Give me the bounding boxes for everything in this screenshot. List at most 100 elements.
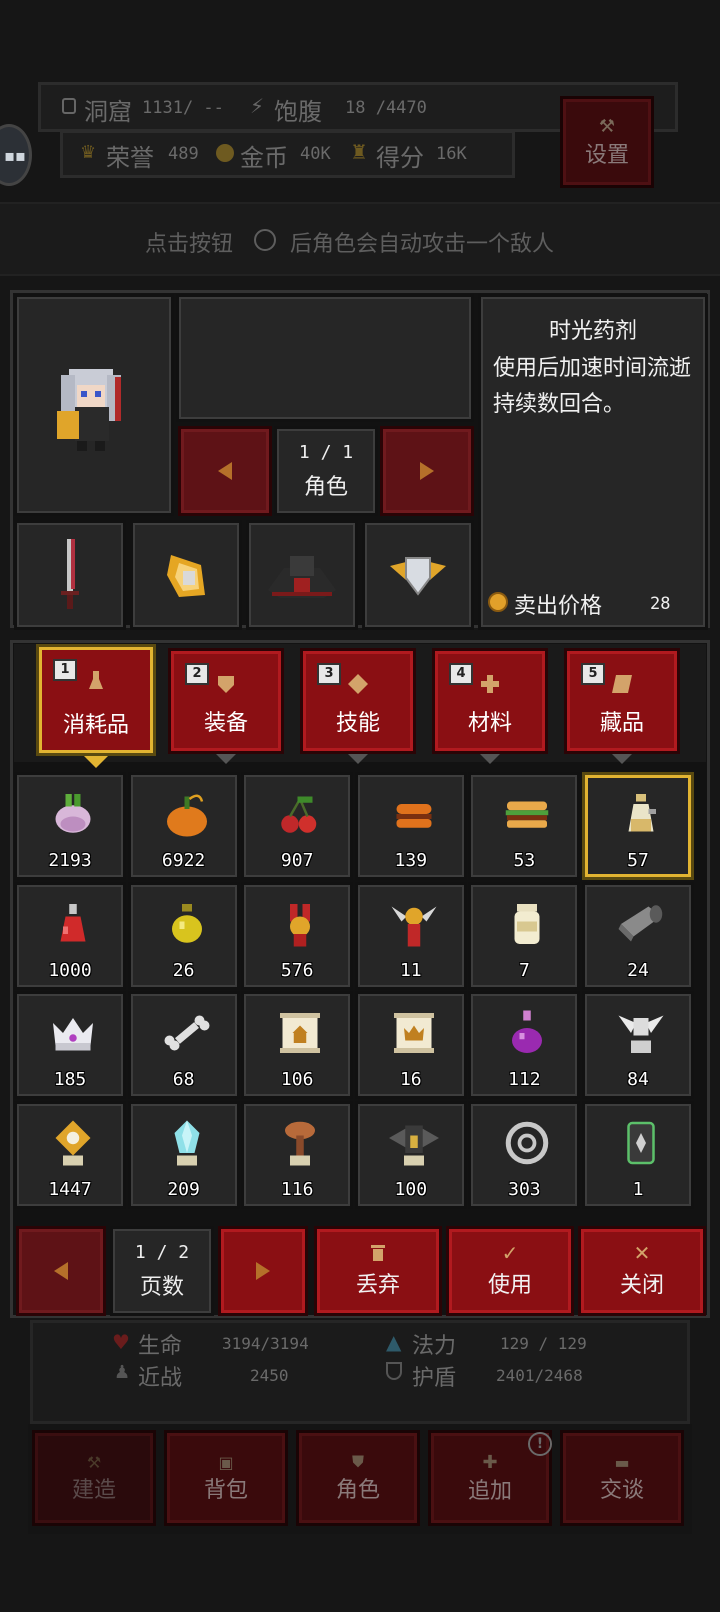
page-indicator: 1 / 2 页数 [110, 1226, 214, 1316]
card-icon [627, 1121, 655, 1165]
inventory-slot[interactable]: 209 [127, 1100, 240, 1209]
tab-materials[interactable]: 4 材料 [432, 648, 548, 754]
winged-shield-icon [390, 557, 446, 596]
inventory-slot[interactable]: 26 [127, 881, 240, 990]
yellow-potion-icon [171, 903, 202, 943]
crystal-icon [174, 1120, 200, 1166]
tab-skills[interactable]: 3 技能 [300, 648, 416, 754]
item-count: 303 [508, 1178, 541, 1200]
chat-bubble-button[interactable]: ▪▪ [0, 124, 32, 186]
tab-marker [480, 754, 500, 764]
tab-label: 藏品 [599, 711, 644, 736]
inventory-slot[interactable]: 1 [582, 1100, 694, 1209]
inventory-slot[interactable]: 100 [354, 1100, 467, 1209]
tab-consumables[interactable]: 1 消耗品 [36, 644, 156, 756]
page-number: 1 / 2 [134, 1241, 190, 1263]
equip-slot-accessory[interactable] [362, 520, 474, 630]
item-count: 139 [394, 850, 428, 871]
item-count: 576 [280, 959, 314, 981]
item-count: 209 [167, 1178, 200, 1200]
trophy-small-icon: ♜ [350, 140, 368, 164]
inventory-slot[interactable]: 112 [468, 991, 581, 1100]
item-description: 使用后加速时间流逝持续数回合。 [493, 356, 692, 417]
discard-button[interactable]: 丢弃 [314, 1226, 442, 1316]
tab-marker [348, 754, 368, 764]
inventory-slot[interactable]: 11 [354, 881, 467, 990]
alert-badge-icon: ! [528, 1432, 552, 1456]
tab-marker [612, 754, 632, 764]
inventory-slot[interactable]: 116 [241, 1100, 354, 1209]
nav-bag-label: 背包 [203, 1477, 248, 1503]
settings-button[interactable]: ⚒ 设置 [560, 96, 654, 188]
sell-price-value: 28 [650, 594, 671, 614]
inventory-slot[interactable]: 53 [468, 772, 581, 880]
character-next-button[interactable] [380, 426, 474, 516]
inventory-slot[interactable]: 1000 [14, 881, 126, 990]
discard-label: 丢弃 [355, 1273, 400, 1298]
inventory-slot[interactable]: 68 [127, 991, 240, 1100]
item-count: 53 [513, 850, 536, 871]
equip-slot-offhand[interactable] [130, 520, 242, 630]
hint-text-after: 后角色会自动攻击一个敌人 [290, 232, 555, 257]
equip-slot-armor[interactable] [246, 520, 358, 630]
shield-icon [218, 676, 234, 693]
character-page-box: 1 / 1 角色 [274, 426, 378, 516]
bone-icon [164, 1015, 210, 1051]
use-button[interactable]: ✓ 使用 [446, 1226, 574, 1316]
nav-talk-label: 交谈 [599, 1477, 644, 1503]
tab-collectibles[interactable]: 5 藏品 [564, 648, 680, 754]
item-detail-panel: 时光药剂 使用后加速时间流逝持续数回合。 [478, 294, 708, 630]
heart-icon: ♥ [112, 1330, 130, 1354]
tab-number: 5 [581, 663, 605, 685]
page-next-button[interactable] [218, 1226, 308, 1316]
character-portrait[interactable] [14, 294, 174, 516]
inventory-slot[interactable]: 57 [582, 772, 694, 880]
inventory-slot[interactable]: 7 [468, 881, 581, 990]
tree-relic-icon [285, 1121, 316, 1166]
inventory-slot[interactable]: 84 [582, 991, 694, 1100]
inventory-slot[interactable]: 185 [14, 991, 126, 1100]
sandwich-icon [506, 801, 549, 828]
burger-icon [396, 804, 432, 828]
score-value: 16K [436, 144, 467, 164]
nav-talk-button[interactable]: ▬ 交谈 [560, 1430, 684, 1526]
gold-relic-icon [55, 1120, 91, 1166]
tab-equipment[interactable]: 2 装备 [168, 648, 284, 754]
character-prev-button[interactable] [178, 426, 272, 516]
score-label: 得分 [376, 144, 424, 172]
inventory-slot[interactable]: 1447 [14, 1100, 126, 1209]
nav-build-button[interactable]: ⚒ 建造 [32, 1430, 156, 1526]
red-potion-icon [60, 903, 86, 942]
inventory-slot[interactable]: 6922 [127, 772, 240, 880]
turnip-icon [55, 794, 91, 833]
item-count: 16 [399, 1069, 422, 1091]
inventory-slot[interactable]: 139 [354, 772, 467, 880]
tab-marker [216, 754, 236, 764]
crown-icon [53, 1018, 93, 1051]
inventory-slot[interactable]: 303 [468, 1100, 581, 1209]
close-button[interactable]: ✕ 关闭 [578, 1226, 706, 1316]
page-prev-button[interactable] [16, 1226, 106, 1316]
coin-icon [488, 592, 508, 612]
equip-slot-weapon[interactable] [14, 520, 126, 630]
inventory-slot[interactable]: 2193 [14, 772, 126, 880]
inventory-slot[interactable]: 24 [582, 881, 694, 990]
inventory-slot[interactable]: 16 [354, 991, 467, 1100]
item-count: 24 [627, 959, 649, 981]
inventory-slot[interactable]: 576 [241, 881, 354, 990]
inventory-slot[interactable]: 106 [241, 991, 354, 1100]
item-count: 2193 [48, 850, 92, 871]
close-label: 关闭 [619, 1273, 664, 1298]
nav-build-label: 建造 [71, 1477, 116, 1503]
tab-label: 消耗品 [62, 713, 129, 738]
tab-selected-marker [84, 756, 108, 768]
add-plus-icon: ✚ [482, 1451, 498, 1473]
item-count: 68 [172, 1069, 195, 1091]
inventory-slot[interactable]: 907 [241, 772, 354, 880]
nav-role-button[interactable]: ⛊ 角色 [296, 1430, 420, 1526]
tab-number: 4 [449, 663, 473, 685]
character-name-box [176, 294, 474, 422]
cave-label: 洞窟 [84, 98, 132, 126]
cave-value: 1131/ -- [142, 98, 224, 118]
nav-bag-button[interactable]: ▣ 背包 [164, 1430, 288, 1526]
